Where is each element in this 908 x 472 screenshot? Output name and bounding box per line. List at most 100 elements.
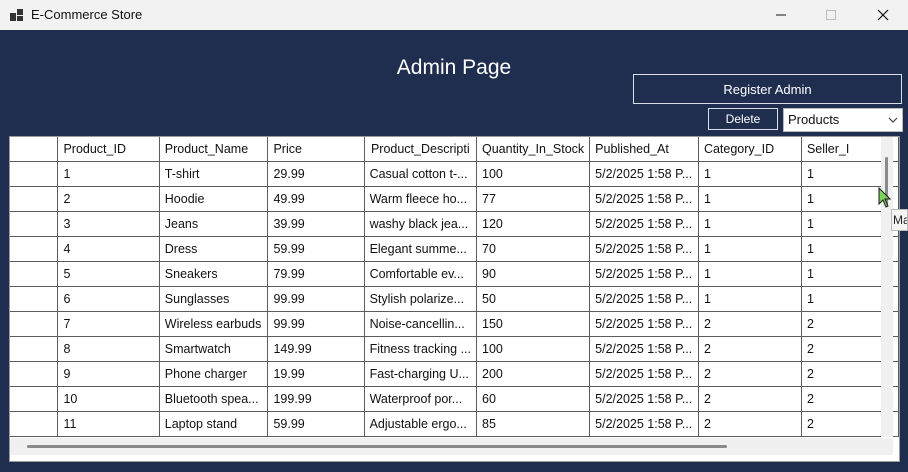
table-row[interactable]: 10 Bluetooth spea... 199.99 Waterproof por.…: [10, 386, 899, 412]
column-header[interactable]: Product_Descripti: [364, 137, 478, 162]
table-cell[interactable]: 10: [57, 386, 160, 412]
table-cell[interactable]: 2: [698, 311, 802, 337]
table-cell[interactable]: Comfortable ev...: [364, 261, 478, 287]
table-cell[interactable]: Warm fleece ho...: [364, 186, 478, 212]
table-cell[interactable]: 2: [698, 336, 802, 362]
table-row[interactable]: 7 Wireless earbuds 99.99 Noise-cancellin...…: [10, 311, 899, 337]
table-cell[interactable]: Stylish polarize...: [364, 286, 478, 312]
table-cell[interactable]: 99.99: [267, 286, 365, 312]
table-cell[interactable]: 2: [57, 186, 160, 212]
row-header[interactable]: [10, 411, 59, 437]
table-cell[interactable]: Sunglasses: [159, 286, 269, 312]
table-cell[interactable]: 5/2/2025 1:58 P...: [589, 411, 699, 437]
row-header[interactable]: [10, 311, 59, 337]
table-select[interactable]: Products: [783, 108, 903, 132]
table-cell[interactable]: 8: [57, 336, 160, 362]
row-header[interactable]: [10, 211, 59, 237]
row-header[interactable]: [10, 186, 59, 212]
table-cell[interactable]: 5/2/2025 1:58 P...: [589, 386, 699, 412]
table-cell[interactable]: 200: [476, 361, 591, 387]
row-header[interactable]: [10, 361, 59, 387]
table-cell[interactable]: 5/2/2025 1:58 P...: [589, 311, 699, 337]
table-cell[interactable]: 1: [698, 186, 802, 212]
row-header[interactable]: [10, 236, 59, 262]
column-header[interactable]: Product_ID: [57, 137, 160, 162]
table-cell[interactable]: 59.99: [267, 411, 365, 437]
table-cell[interactable]: 50: [476, 286, 591, 312]
table-cell[interactable]: Fast-charging U...: [364, 361, 478, 387]
table-cell[interactable]: 60: [476, 386, 591, 412]
table-cell[interactable]: Elegant summe...: [364, 236, 478, 262]
table-cell[interactable]: 85: [476, 411, 591, 437]
table-cell[interactable]: Casual cotton t-...: [364, 161, 478, 187]
table-row[interactable]: 11 Laptop stand 59.99 Adjustable ergo... 85 5…: [10, 411, 899, 437]
table-cell[interactable]: 70: [476, 236, 591, 262]
table-cell[interactable]: 39.99: [267, 211, 365, 237]
table-cell[interactable]: 5/2/2025 1:58 P...: [589, 336, 699, 362]
table-cell[interactable]: 4: [57, 236, 160, 262]
table-cell[interactable]: 2: [698, 361, 802, 387]
table-cell[interactable]: 7: [57, 311, 160, 337]
table-cell[interactable]: 19.99: [267, 361, 365, 387]
table-row[interactable]: 2 Hoodie 49.99 Warm fleece ho... 77 5/2/2025 …: [10, 186, 899, 212]
table-cell[interactable]: 1: [698, 211, 802, 237]
delete-button[interactable]: Delete: [708, 108, 778, 130]
table-cell[interactable]: 2: [698, 386, 802, 412]
table-cell[interactable]: 5/2/2025 1:58 P...: [589, 186, 699, 212]
table-cell[interactable]: Laptop stand: [159, 411, 269, 437]
table-cell[interactable]: 199.99: [267, 386, 365, 412]
table-cell[interactable]: 5/2/2025 1:58 P...: [589, 161, 699, 187]
table-cell[interactable]: 5/2/2025 1:58 P...: [589, 286, 699, 312]
row-header[interactable]: [10, 386, 59, 412]
close-button[interactable]: [858, 0, 908, 30]
table-cell[interactable]: 1: [698, 236, 802, 262]
row-header[interactable]: [10, 261, 59, 287]
table-cell[interactable]: Hoodie: [159, 186, 269, 212]
column-header[interactable]: Published_At: [589, 137, 699, 162]
table-cell[interactable]: 5/2/2025 1:58 P...: [589, 361, 699, 387]
table-cell[interactable]: Wireless earbuds: [159, 311, 269, 337]
table-cell[interactable]: 11: [57, 411, 160, 437]
table-cell[interactable]: 5/2/2025 1:58 P...: [589, 211, 699, 237]
table-cell[interactable]: 59.99: [267, 236, 365, 262]
table-cell[interactable]: Noise-cancellin...: [364, 311, 478, 337]
table-row[interactable]: 5 Sneakers 79.99 Comfortable ev... 90 5/2/202…: [10, 261, 899, 287]
table-cell[interactable]: 1: [698, 161, 802, 187]
table-cell[interactable]: 149.99: [267, 336, 365, 362]
products-grid[interactable]: Product_ID Product_Name Price Product_De…: [9, 136, 900, 462]
table-cell[interactable]: 6: [57, 286, 160, 312]
horizontal-scroll-thumb[interactable]: [27, 445, 727, 448]
register-admin-button[interactable]: Register Admin: [633, 74, 902, 104]
table-row[interactable]: 9 Phone charger 19.99 Fast-charging U... 200…: [10, 361, 899, 387]
table-row[interactable]: 3 Jeans 39.99 washy black jea... 120 5/2/2025…: [10, 211, 899, 237]
table-cell[interactable]: 9: [57, 361, 160, 387]
column-header[interactable]: Product_Name: [159, 137, 269, 162]
table-cell[interactable]: 150: [476, 311, 591, 337]
row-header[interactable]: [10, 336, 59, 362]
table-cell[interactable]: T-shirt: [159, 161, 269, 187]
row-header[interactable]: [10, 161, 59, 187]
table-cell[interactable]: Jeans: [159, 211, 269, 237]
table-cell[interactable]: Fitness tracking ...: [364, 336, 478, 362]
table-cell[interactable]: 1: [57, 161, 160, 187]
horizontal-scrollbar[interactable]: [10, 438, 882, 455]
table-row[interactable]: 1 T-shirt 29.99 Casual cotton t-... 100 5/2/2…: [10, 161, 899, 187]
maximize-button[interactable]: [806, 0, 856, 30]
table-cell[interactable]: 1: [698, 261, 802, 287]
table-cell[interactable]: Bluetooth spea...: [159, 386, 269, 412]
table-cell[interactable]: 100: [476, 161, 591, 187]
table-cell[interactable]: Adjustable ergo...: [364, 411, 478, 437]
table-cell[interactable]: 5/2/2025 1:58 P...: [589, 261, 699, 287]
table-cell[interactable]: Waterproof por...: [364, 386, 478, 412]
table-cell[interactable]: washy black jea...: [364, 211, 478, 237]
column-header[interactable]: Category_ID: [698, 137, 802, 162]
table-cell[interactable]: 2: [698, 411, 802, 437]
table-cell[interactable]: 79.99: [267, 261, 365, 287]
minimize-button[interactable]: [756, 0, 806, 30]
table-cell[interactable]: 5/2/2025 1:58 P...: [589, 236, 699, 262]
table-cell[interactable]: 120: [476, 211, 591, 237]
table-row[interactable]: 4 Dress 59.99 Elegant summe... 70 5/2/2025 1:…: [10, 236, 899, 262]
table-cell[interactable]: 90: [476, 261, 591, 287]
vertical-scrollbar[interactable]: [881, 137, 893, 437]
table-cell[interactable]: Phone charger: [159, 361, 269, 387]
